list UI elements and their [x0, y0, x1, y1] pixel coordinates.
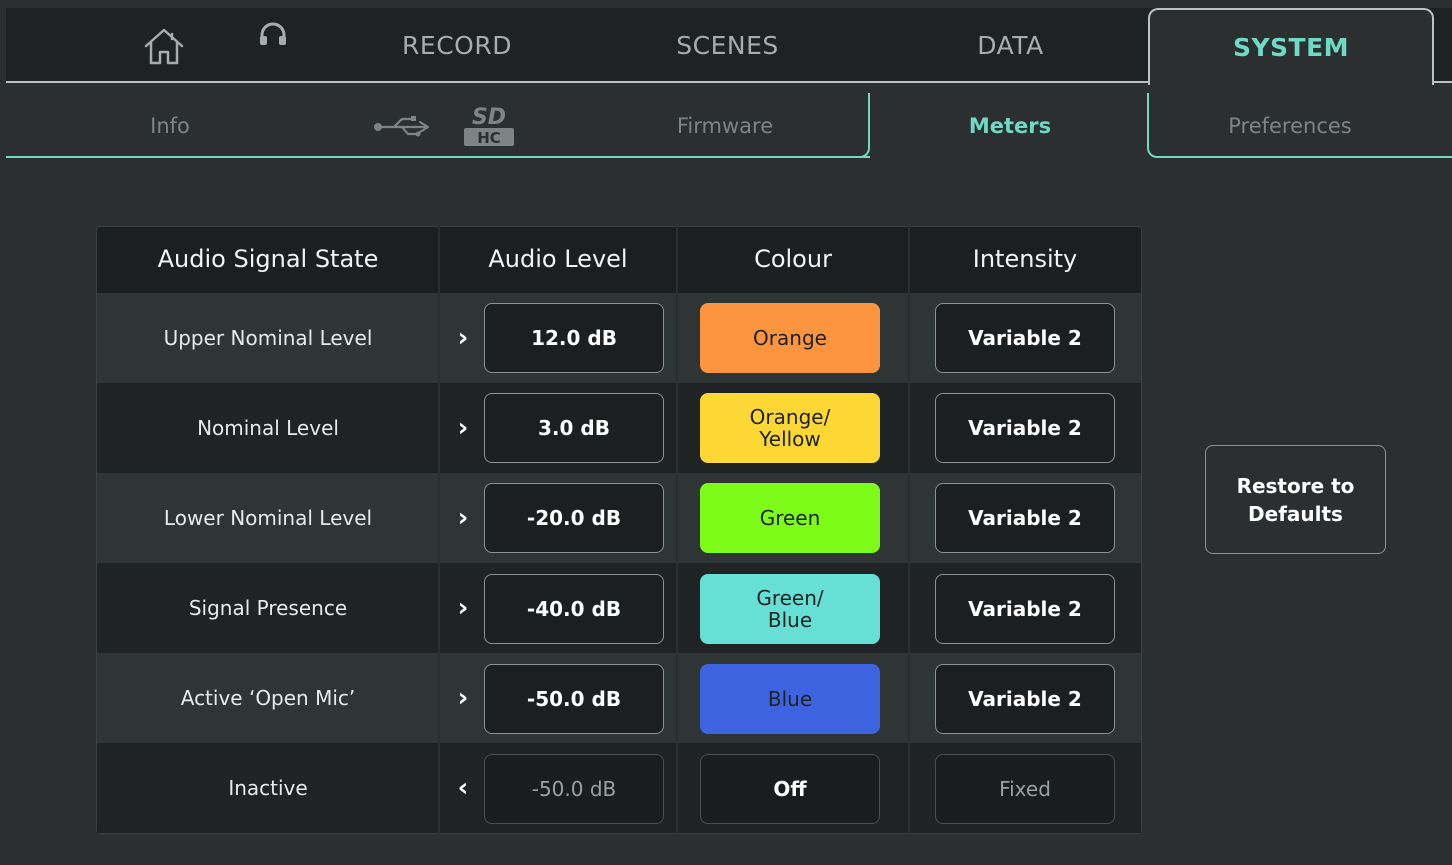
colour-button[interactable]: Orange/ Yellow — [700, 393, 880, 463]
audio-level-button[interactable]: 3.0 dB — [484, 393, 664, 463]
colour-label-line: Yellow — [759, 427, 821, 451]
intensity-button[interactable]: Variable 2 — [935, 303, 1115, 373]
audio-level-button[interactable]: -20.0 dB — [484, 483, 664, 553]
svg-text:SD: SD — [472, 105, 506, 130]
colour-button[interactable]: Green/ Blue — [700, 574, 880, 644]
colour-button[interactable]: Blue — [700, 664, 880, 734]
chevron-right-icon: › — [457, 683, 469, 713]
intensity-button[interactable]: Variable 2 — [935, 483, 1115, 553]
audio-level-button[interactable]: -50.0 dB — [484, 754, 664, 824]
headphones-icon[interactable] — [258, 22, 288, 48]
colour-label-line: Green/ — [756, 586, 824, 610]
chevron-right-icon: › — [457, 503, 469, 533]
chevron-right-icon: › — [457, 323, 469, 353]
subtab-preferences[interactable]: Preferences — [1150, 93, 1430, 158]
colour-label-line: Orange/ — [749, 405, 831, 429]
colour-label-line: Blue — [767, 608, 813, 632]
column-header-intensity: Intensity — [972, 245, 1078, 273]
signal-state-label: Nominal Level — [197, 416, 339, 440]
svg-text:HC: HC — [477, 129, 501, 147]
column-divider — [438, 226, 440, 834]
tab-system[interactable]: SYSTEM — [1148, 8, 1434, 85]
subnav-divider — [858, 93, 870, 158]
subtab-firmware[interactable]: Firmware — [640, 93, 810, 158]
audio-level-button[interactable]: -50.0 dB — [484, 664, 664, 734]
home-icon[interactable] — [142, 26, 186, 66]
tab-data[interactable]: DATA — [958, 8, 1063, 83]
audio-level-button[interactable]: -40.0 dB — [484, 574, 664, 644]
signal-state-label: Signal Presence — [188, 596, 348, 620]
subtab-info[interactable]: Info — [120, 93, 220, 158]
colour-button[interactable]: Off — [700, 754, 880, 824]
tab-record[interactable]: RECORD — [392, 8, 522, 83]
usb-icon[interactable] — [372, 110, 438, 140]
intensity-button[interactable]: Variable 2 — [935, 664, 1115, 734]
signal-state-label: Upper Nominal Level — [163, 326, 373, 350]
signal-state-label: Inactive — [228, 776, 308, 800]
column-header-colour: Colour — [754, 245, 832, 273]
intensity-button[interactable]: Variable 2 — [935, 574, 1115, 644]
intensity-button[interactable]: Fixed — [935, 754, 1115, 824]
restore-defaults-button[interactable]: Restore to Defaults — [1205, 445, 1386, 554]
signal-state-label: Lower Nominal Level — [163, 506, 373, 530]
column-header-audio-level: Audio Level — [488, 245, 628, 273]
restore-label-line: Restore to — [1236, 473, 1355, 498]
tab-scenes[interactable]: SCENES — [660, 8, 795, 83]
restore-label-line: Defaults — [1248, 501, 1343, 526]
chevron-right-icon: › — [457, 593, 469, 623]
column-header-signal-state: Audio Signal State — [157, 245, 379, 273]
audio-level-button[interactable]: 12.0 dB — [484, 303, 664, 373]
sd-card-icon[interactable]: SD HC — [458, 103, 520, 149]
chevron-left-icon: ‹ — [457, 773, 469, 803]
signal-state-label: Active ‘Open Mic’ — [180, 686, 356, 710]
colour-button[interactable]: Orange — [700, 303, 880, 373]
chevron-right-icon: › — [457, 413, 469, 443]
column-divider — [908, 226, 910, 834]
subtab-meters[interactable]: Meters — [880, 93, 1140, 158]
intensity-button[interactable]: Variable 2 — [935, 393, 1115, 463]
column-divider — [676, 226, 678, 834]
colour-button[interactable]: Green — [700, 483, 880, 553]
